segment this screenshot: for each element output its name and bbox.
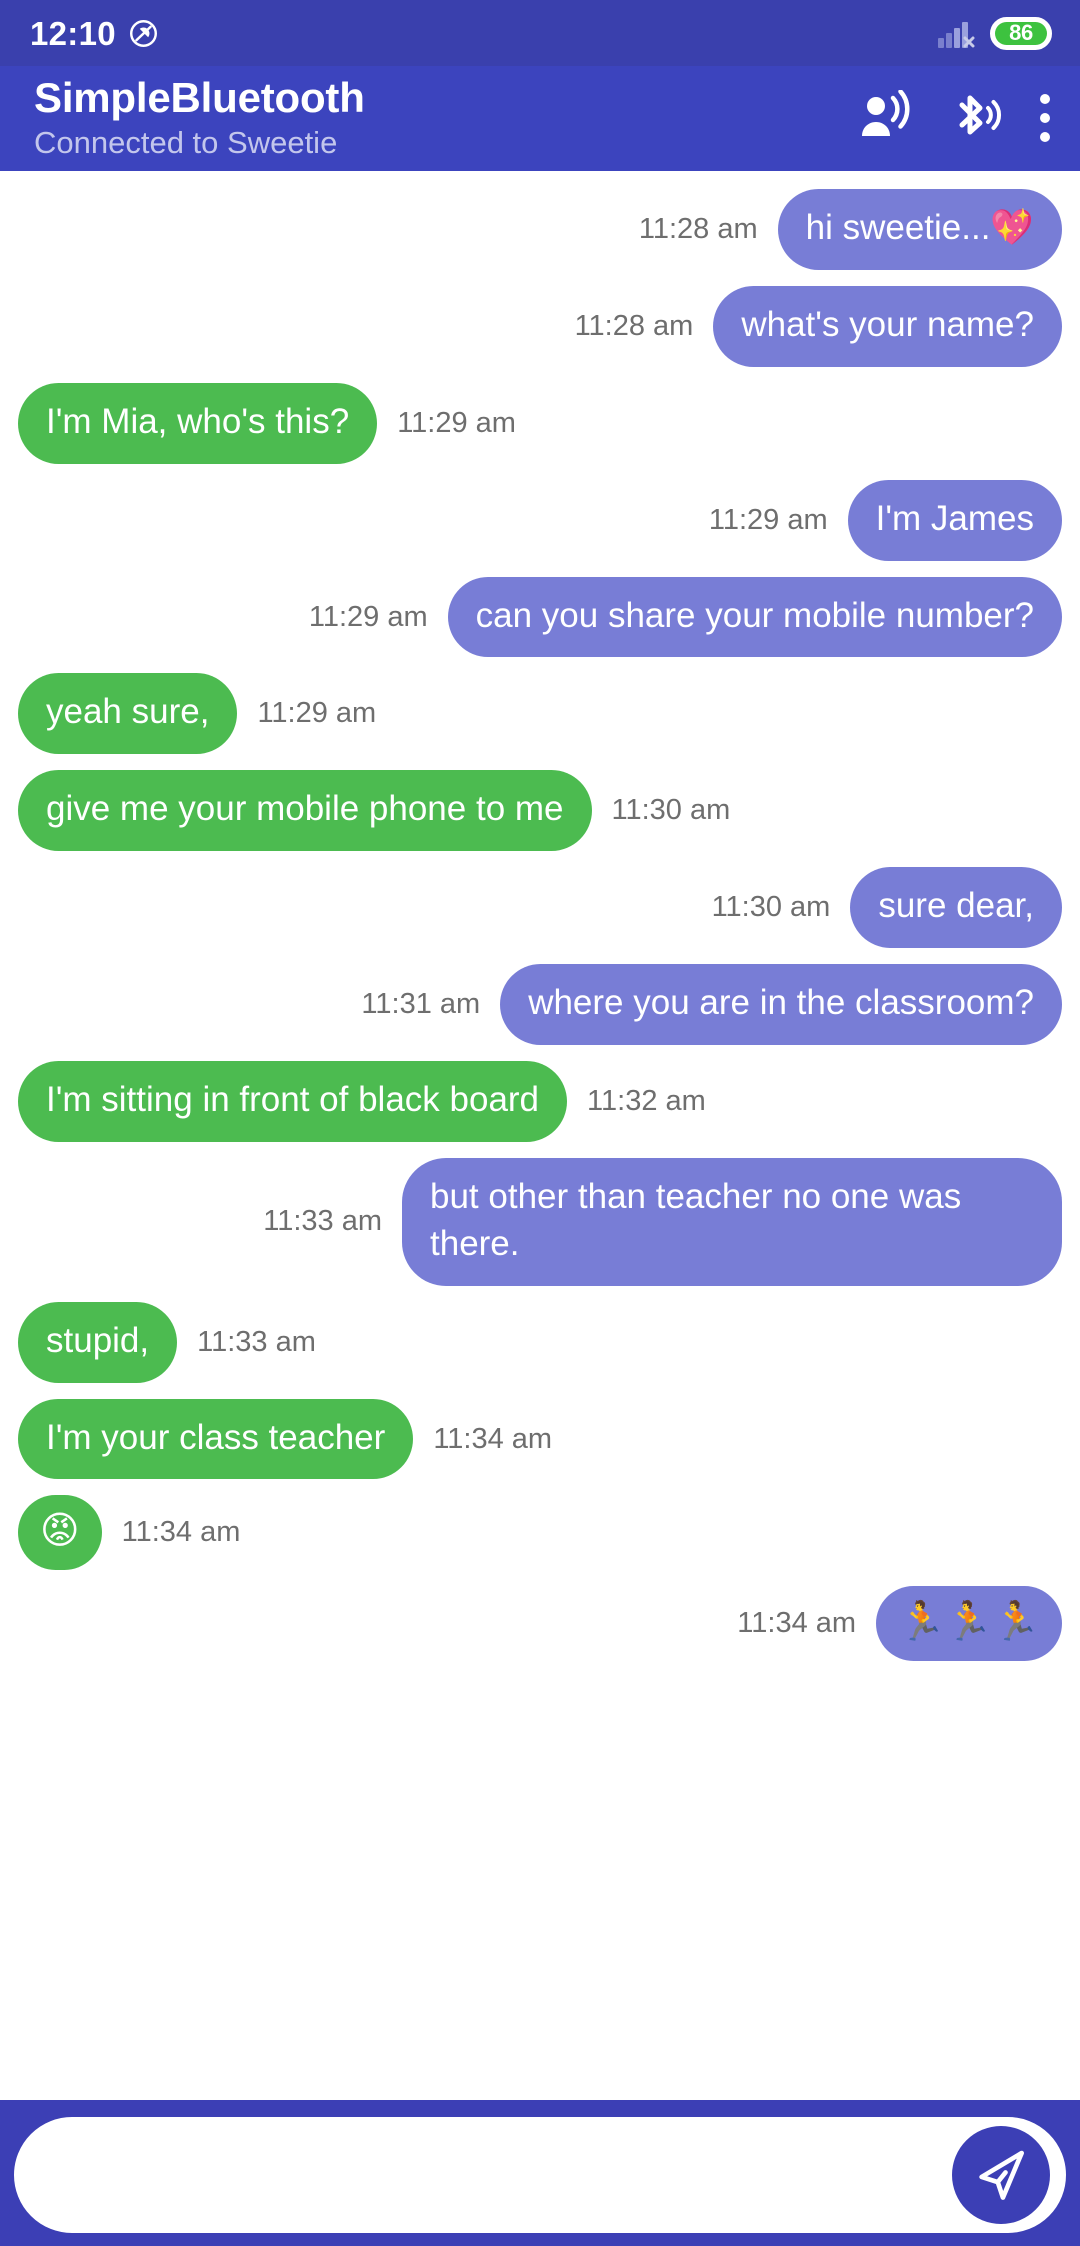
app-bar-actions: [856, 89, 1054, 149]
message-timestamp: 11:34 am: [121, 1516, 241, 1549]
message-row: 11:28 am hi sweetie...💖: [0, 189, 1080, 270]
page-title: SimpleBluetooth: [34, 74, 365, 122]
message-timestamp: 11:29 am: [308, 600, 428, 633]
message-row: give me your mobile phone to me 11:30 am: [0, 770, 1080, 852]
message-row: 11:34 am 🏃🏃🏃: [0, 1586, 1080, 1662]
battery-indicator: 86: [990, 16, 1052, 50]
message-timestamp: 11:29 am: [397, 406, 516, 439]
outgoing-message-bubble[interactable]: hi sweetie...💖: [777, 189, 1062, 270]
incoming-message-bubble[interactable]: give me your mobile phone to me: [18, 770, 592, 852]
message-timestamp: 11:33 am: [263, 1205, 382, 1238]
message-row: I'm sitting in front of black board 11:32…: [0, 1061, 1080, 1142]
message-list[interactable]: 11:28 am hi sweetie...💖 11:28 am what's you…: [0, 171, 1080, 2100]
message-row: 11:29 am can you share your mobile number…: [0, 576, 1080, 658]
incoming-message-bubble[interactable]: I'm your class teacher: [18, 1398, 414, 1480]
do-not-disturb-icon: [128, 18, 159, 49]
message-row: 11:29 am I'm James: [0, 479, 1080, 561]
message-input-bar: [0, 2100, 1080, 2246]
message-row: 11:31 am where you are in the classroom?: [0, 964, 1080, 1046]
outgoing-message-bubble[interactable]: I'm James: [847, 479, 1062, 561]
outgoing-message-bubble[interactable]: but other than teacher no one was there.: [402, 1157, 1062, 1286]
connection-status: Connected to Sweetie: [34, 124, 338, 160]
outgoing-message-bubble[interactable]: 🏃🏃🏃: [876, 1586, 1062, 1662]
app-bar-titles: SimpleBluetooth Connected to Sweetie: [34, 75, 856, 161]
app-bar: SimpleBluetooth Connected to Sweetie: [0, 66, 1080, 171]
message-row: stupid, 11:33 am: [0, 1301, 1080, 1383]
status-bar: 12:10 86: [0, 0, 1080, 66]
voice-broadcast-icon[interactable]: [856, 89, 914, 146]
chat-screen: 12:10 86 SimpleBluetooth Connected to Sw…: [0, 0, 1080, 2246]
status-bar-right: 86: [938, 16, 1052, 50]
incoming-message-bubble[interactable]: yeah sure,: [18, 673, 238, 755]
message-row: yeah sure, 11:29 am: [0, 673, 1080, 755]
message-row: 11:30 am sure dear,: [0, 867, 1080, 949]
message-timestamp: 11:31 am: [361, 988, 481, 1021]
overflow-menu-icon[interactable]: [1036, 90, 1054, 146]
message-timestamp: 11:28 am: [638, 212, 758, 245]
battery-level: 86: [995, 21, 1047, 45]
incoming-message-bubble[interactable]: I'm sitting in front of black board: [18, 1061, 568, 1142]
message-timestamp: 11:29 am: [708, 503, 828, 536]
message-timestamp: 11:30 am: [711, 891, 831, 924]
message-timestamp: 11:29 am: [257, 697, 377, 730]
message-row: 11:33 am but other than teacher no one wa…: [0, 1157, 1080, 1286]
message-timestamp: 11:28 am: [574, 309, 694, 342]
incoming-message-bubble[interactable]: 😡: [18, 1495, 102, 1571]
bluetooth-audio-icon[interactable]: [948, 89, 1002, 147]
send-button[interactable]: [952, 2125, 1050, 2224]
signal-no-service-icon: [938, 18, 976, 48]
send-icon: [970, 2144, 1032, 2206]
message-timestamp: 11:34 am: [737, 1607, 857, 1640]
message-row: 11:28 am what's your name?: [0, 285, 1080, 367]
incoming-message-bubble[interactable]: stupid,: [18, 1301, 178, 1383]
message-input[interactable]: [53, 2121, 952, 2228]
outgoing-message-bubble[interactable]: where you are in the classroom?: [500, 964, 1062, 1046]
message-row: 😡 11:34 am: [0, 1495, 1080, 1571]
message-timestamp: 11:32 am: [587, 1084, 706, 1117]
outgoing-message-bubble[interactable]: sure dear,: [850, 867, 1062, 949]
outgoing-message-bubble[interactable]: what's your name?: [713, 285, 1062, 367]
message-timestamp: 11:33 am: [197, 1325, 316, 1358]
status-clock: 12:10: [30, 14, 116, 52]
message-input-pill[interactable]: [14, 2116, 1066, 2233]
message-timestamp: 11:34 am: [433, 1422, 553, 1455]
message-timestamp: 11:30 am: [611, 794, 731, 827]
outgoing-message-bubble[interactable]: can you share your mobile number?: [447, 576, 1062, 658]
incoming-message-bubble[interactable]: I'm Mia, who's this?: [18, 382, 378, 464]
status-bar-left: 12:10: [30, 17, 159, 50]
message-row: I'm Mia, who's this? 11:29 am: [0, 382, 1080, 464]
message-row: I'm your class teacher 11:34 am: [0, 1398, 1080, 1480]
